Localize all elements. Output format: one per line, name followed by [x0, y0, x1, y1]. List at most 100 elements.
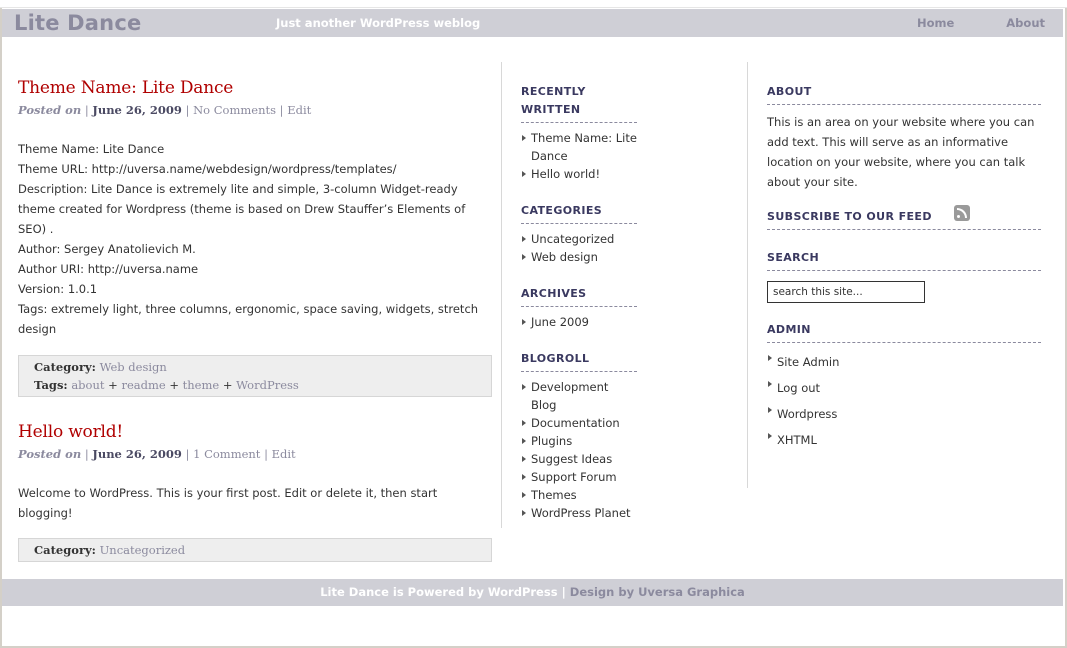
- list-item[interactable]: Suggest Ideas: [521, 450, 637, 468]
- nav-home-link[interactable]: Home: [917, 16, 954, 30]
- sidebar-right: ABOUT This is an area on your website wh…: [767, 83, 1041, 472]
- sidebar-middle: RECENTLY WRITTEN Theme Name: Lite Dance H…: [521, 83, 637, 541]
- design-credit-link[interactable]: Design by Uversa Graphica: [570, 585, 745, 599]
- widget-title: RECENTLY WRITTEN: [521, 83, 637, 123]
- nav-about-link[interactable]: About: [1006, 16, 1045, 30]
- post-paragraph: Description: Lite Dance is extremely lit…: [18, 182, 466, 236]
- subscribe-widget: SUBSCRIBE TO OUR FEED: [767, 205, 1041, 230]
- post-paragraph: Theme Name: Lite Dance: [18, 142, 165, 156]
- list-item[interactable]: Development Blog: [521, 378, 637, 414]
- blogroll-link[interactable]: Documentation: [531, 416, 620, 430]
- recent-post-link[interactable]: Hello world!: [531, 167, 600, 181]
- widget-title: BLOGROLL: [521, 350, 637, 372]
- post-title-link[interactable]: Hello world!: [18, 422, 123, 442]
- post-meta: Posted on | June 26, 2009 | 1 Comment | …: [18, 447, 296, 461]
- list-item[interactable]: Hello world!: [521, 165, 637, 183]
- site-footer: Lite Dance is Powered by WordPress | Des…: [2, 579, 1063, 606]
- main-content: Theme Name: Lite Dance Posted on | June …: [18, 78, 492, 562]
- post-paragraph: Tags: extremely light, three columns, er…: [18, 302, 479, 336]
- subscribe-label[interactable]: SUBSCRIBE TO OUR FEED: [767, 208, 932, 226]
- blogroll-link[interactable]: Suggest Ideas: [531, 452, 612, 466]
- list-item[interactable]: Web design: [521, 248, 637, 266]
- admin-link[interactable]: XHTML: [777, 433, 817, 447]
- site-title-link[interactable]: Lite Dance: [14, 11, 141, 35]
- site-header: Lite Dance Just another WordPress weblog…: [2, 9, 1063, 37]
- column-divider-right: [747, 62, 748, 488]
- admin-link[interactable]: Site Admin: [777, 355, 839, 369]
- edit-link[interactable]: Edit: [287, 103, 311, 117]
- category-link[interactable]: Uncategorized: [531, 232, 614, 246]
- tag-link[interactable]: WordPress: [236, 378, 299, 392]
- blogroll-widget: BLOGROLL Development Blog Documentation …: [521, 350, 637, 522]
- archives-widget: ARCHIVES June 2009: [521, 285, 637, 331]
- list-item[interactable]: Documentation: [521, 414, 637, 432]
- widget-title: CATEGORIES: [521, 202, 637, 224]
- post-body: Welcome to WordPress. This is your first…: [18, 483, 492, 523]
- categories-widget: CATEGORIES Uncategorized Web design: [521, 202, 637, 266]
- widget-title: SEARCH: [767, 249, 1041, 271]
- blogroll-link[interactable]: Development Blog: [531, 380, 608, 412]
- list-item[interactable]: Themes: [521, 486, 637, 504]
- recent-post-link[interactable]: Theme Name: Lite Dance: [531, 131, 637, 163]
- list-item[interactable]: Theme Name: Lite Dance: [521, 129, 637, 165]
- list-item[interactable]: WordPress Planet: [521, 504, 637, 522]
- widget-title: SUBSCRIBE TO OUR FEED: [767, 205, 1041, 230]
- widget-title: ADMIN: [767, 321, 1041, 343]
- top-border: [0, 0, 1067, 8]
- posted-on-label: Posted on: [18, 103, 82, 117]
- category-label: Category:: [34, 543, 96, 557]
- tags-label: Tags:: [34, 378, 68, 392]
- tag-link[interactable]: about: [71, 378, 104, 392]
- admin-link[interactable]: Wordpress: [777, 407, 837, 421]
- widget-title: ABOUT: [767, 83, 1041, 105]
- admin-link[interactable]: Log out: [777, 381, 820, 395]
- widget-title: ARCHIVES: [521, 285, 637, 307]
- post-paragraph: Author: Sergey Anatolievich M.: [18, 242, 196, 256]
- admin-widget: ADMIN Site Admin Log out Wordpress XHTML: [767, 321, 1041, 453]
- post-title-link[interactable]: Theme Name: Lite Dance: [18, 78, 233, 98]
- powered-by-link[interactable]: Lite Dance is Powered by WordPress: [320, 585, 557, 599]
- post-paragraph: Theme URL: http://uversa.name/webdesign/…: [18, 162, 397, 176]
- comments-link[interactable]: No Comments: [193, 103, 276, 117]
- posted-on-label: Posted on: [18, 447, 82, 461]
- list-item[interactable]: Plugins: [521, 432, 637, 450]
- post-paragraph: Version: 1.0.1: [18, 282, 98, 296]
- list-item[interactable]: Support Forum: [521, 468, 637, 486]
- blogroll-link[interactable]: WordPress Planet: [531, 506, 631, 520]
- post-meta: Posted on | June 26, 2009 | No Comments …: [18, 103, 312, 117]
- post-body: Theme Name: Lite Dance Theme URL: http:/…: [18, 139, 492, 339]
- blogroll-link[interactable]: Themes: [531, 488, 577, 502]
- recent-posts-widget: RECENTLY WRITTEN Theme Name: Lite Dance H…: [521, 83, 637, 183]
- about-text: This is an area on your website where yo…: [767, 115, 1035, 189]
- category-link[interactable]: Web design: [100, 360, 167, 374]
- tag-link[interactable]: theme: [183, 378, 220, 392]
- post-paragraph: Welcome to WordPress. This is your first…: [18, 486, 438, 520]
- about-widget: ABOUT This is an area on your website wh…: [767, 83, 1041, 192]
- list-item[interactable]: Log out: [767, 375, 1041, 401]
- edit-link[interactable]: Edit: [272, 447, 296, 461]
- tag-link[interactable]: readme: [121, 378, 165, 392]
- post: Theme Name: Lite Dance Posted on | June …: [18, 78, 492, 397]
- list-item[interactable]: Uncategorized: [521, 230, 637, 248]
- search-widget: SEARCH: [767, 249, 1041, 303]
- post-paragraph: Author URI: http://uversa.name: [18, 262, 199, 276]
- list-item[interactable]: June 2009: [521, 313, 637, 331]
- main-nav: Home About: [865, 16, 1045, 30]
- list-item[interactable]: Site Admin: [767, 349, 1041, 375]
- blogroll-link[interactable]: Support Forum: [531, 470, 617, 484]
- post-date: June 26, 2009: [92, 447, 182, 461]
- post-date: June 26, 2009: [92, 103, 182, 117]
- category-link[interactable]: Web design: [531, 250, 598, 264]
- category-link[interactable]: Uncategorized: [100, 543, 186, 557]
- list-item[interactable]: Wordpress: [767, 401, 1041, 427]
- post-footer: Category: Web design Tags: about + readm…: [18, 355, 492, 397]
- rss-feed-icon[interactable]: [953, 205, 970, 221]
- category-label: Category:: [34, 360, 96, 374]
- column-divider-left: [501, 62, 502, 528]
- post: Hello world! Posted on | June 26, 2009 |…: [18, 422, 492, 562]
- list-item[interactable]: XHTML: [767, 427, 1041, 453]
- blogroll-link[interactable]: Plugins: [531, 434, 572, 448]
- archive-link[interactable]: June 2009: [531, 315, 589, 329]
- comments-link[interactable]: 1 Comment: [193, 447, 260, 461]
- search-input[interactable]: [767, 281, 925, 303]
